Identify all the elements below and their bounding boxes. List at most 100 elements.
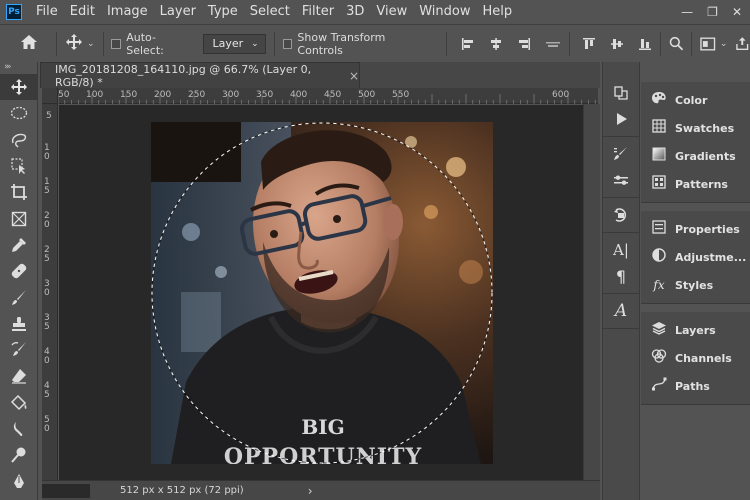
- window-controls: — ❐ ✕: [681, 0, 750, 24]
- move-tool-preset-icon[interactable]: [65, 33, 83, 55]
- zoom-level-field[interactable]: [42, 483, 90, 498]
- elliptical-selection[interactable]: [59, 105, 583, 480]
- panel-styles[interactable]: fx Styles: [641, 271, 750, 299]
- menu-image[interactable]: Image: [101, 0, 154, 24]
- align-center-icon[interactable]: [489, 37, 503, 51]
- menu-edit[interactable]: Edit: [64, 0, 101, 24]
- panel-patterns[interactable]: Patterns: [641, 170, 750, 198]
- layers-stack-icon: [651, 321, 667, 339]
- menu-select[interactable]: Select: [244, 0, 296, 24]
- vertical-ruler: 5 1 0 1 5 2 0 2 5 3 0 3 5 4 0 4 5 5 0: [42, 104, 58, 480]
- pen-tool-icon[interactable]: [0, 468, 38, 494]
- document-tab[interactable]: IMG_20181208_164110.jpg @ 66.7% (Layer 0…: [40, 62, 360, 89]
- separator: [102, 31, 104, 56]
- frame-tool-icon[interactable]: [0, 205, 38, 231]
- brush-settings-icon[interactable]: [603, 141, 639, 167]
- properties-icon: [651, 220, 667, 238]
- paint-bucket-icon[interactable]: [0, 390, 38, 416]
- object-selection-icon[interactable]: [0, 153, 38, 179]
- dodge-tool-icon[interactable]: [0, 442, 38, 468]
- move-tool-icon[interactable]: [0, 74, 38, 101]
- eyedropper-icon[interactable]: [0, 232, 38, 258]
- ruler-label: 5: [46, 111, 52, 121]
- vertical-scrollbar[interactable]: [583, 104, 600, 480]
- healing-brush-icon[interactable]: [0, 258, 38, 284]
- share-icon[interactable]: [735, 36, 750, 51]
- align-top-icon[interactable]: [582, 37, 596, 51]
- panels-dock: Color Swatches Gradients Patterns Proper…: [641, 62, 750, 500]
- ruler-label: 50: [58, 90, 70, 100]
- menu-window[interactable]: Window: [413, 0, 476, 24]
- panel-swatches[interactable]: Swatches: [641, 114, 750, 142]
- panel-layers[interactable]: Layers: [641, 316, 750, 344]
- canvas-area[interactable]: BIG OPPORTUNITY: [59, 105, 583, 480]
- paragraph-panel-icon[interactable]: ¶: [603, 263, 639, 289]
- dropdown-value: Layer: [212, 37, 244, 50]
- eraser-tool-icon[interactable]: [0, 363, 38, 389]
- align-left-icon[interactable]: [461, 37, 475, 51]
- strip-group-type: A| ¶: [603, 233, 639, 294]
- restore-icon[interactable]: ❐: [707, 5, 718, 19]
- panel-properties[interactable]: Properties: [641, 215, 750, 243]
- ruler-label: 350: [256, 90, 274, 100]
- panel-paths[interactable]: Paths: [641, 372, 750, 400]
- chevron-down-icon[interactable]: ⌄: [720, 39, 728, 49]
- lasso-tool-icon[interactable]: [0, 127, 38, 153]
- crop-tool-icon[interactable]: [0, 179, 38, 205]
- channels-icon: [651, 349, 667, 367]
- ruler-label: 550: [392, 90, 410, 100]
- panel-group-layers: Layers Channels Paths: [641, 312, 750, 405]
- menu-filter[interactable]: Filter: [296, 0, 340, 24]
- status-menu-arrow-icon[interactable]: ›: [308, 484, 313, 498]
- align-bottom-icon[interactable]: [638, 37, 652, 51]
- menu-bar: Ps File Edit Image Layer Type Select Fil…: [0, 0, 750, 24]
- menu-file[interactable]: File: [30, 0, 64, 24]
- ruler-label: 200: [154, 90, 172, 100]
- menu-view[interactable]: View: [370, 0, 413, 24]
- panel-label: Patterns: [675, 177, 728, 191]
- collapse-left-icon[interactable]: »: [6, 62, 12, 72]
- menu-3d[interactable]: 3D: [340, 0, 370, 24]
- close-tab-icon[interactable]: ×: [349, 69, 359, 83]
- clone-source-icon[interactable]: [603, 202, 639, 228]
- panel-channels[interactable]: Channels: [641, 344, 750, 372]
- ruler-label: 2 5: [44, 245, 50, 264]
- actions-play-icon[interactable]: [603, 106, 639, 132]
- character-panel-icon[interactable]: A|: [603, 237, 639, 263]
- glyphs-panel-icon[interactable]: A: [603, 298, 639, 324]
- panel-label: Layers: [675, 323, 716, 337]
- chevron-down-icon[interactable]: ⌄: [87, 39, 95, 49]
- elliptical-marquee-icon[interactable]: [0, 100, 38, 126]
- panel-label: Gradients: [675, 149, 736, 163]
- close-icon[interactable]: ✕: [732, 5, 742, 19]
- smudge-tool-icon[interactable]: [0, 416, 38, 442]
- align-middle-icon[interactable]: [610, 37, 624, 51]
- ruler-label: 1 5: [44, 177, 50, 196]
- panel-adjustments[interactable]: Adjustme...: [641, 243, 750, 271]
- workspace-icon[interactable]: [700, 37, 716, 51]
- ruler-label: 4 0: [44, 347, 50, 366]
- history-panel-icon[interactable]: [603, 80, 639, 106]
- auto-select-target-dropdown[interactable]: Layer ⌄: [203, 33, 266, 54]
- swatches-grid-icon: [651, 119, 667, 137]
- history-brush-icon[interactable]: [0, 337, 38, 363]
- panel-gradients[interactable]: Gradients: [641, 142, 750, 170]
- brush-tool-icon[interactable]: [0, 284, 38, 310]
- separator: [56, 31, 57, 56]
- menu-layer[interactable]: Layer: [154, 0, 202, 24]
- panel-label: Swatches: [675, 121, 735, 135]
- brushes-panel-icon[interactable]: [603, 167, 639, 193]
- menu-type[interactable]: Type: [202, 0, 244, 24]
- fx-icon: fx: [653, 278, 665, 292]
- horizontal-ruler: 50 100 150 200 250 300 350 400 450 500 5…: [58, 88, 598, 104]
- show-transform-checkbox[interactable]: [282, 38, 293, 49]
- search-icon[interactable]: [669, 36, 684, 51]
- clone-stamp-icon[interactable]: [0, 311, 38, 337]
- distribute-icon[interactable]: [545, 37, 561, 51]
- panel-color[interactable]: Color: [641, 86, 750, 114]
- home-icon[interactable]: [20, 34, 38, 54]
- auto-select-checkbox[interactable]: [111, 38, 122, 49]
- menu-help[interactable]: Help: [477, 0, 519, 24]
- align-right-icon[interactable]: [517, 37, 531, 51]
- minimize-icon[interactable]: —: [681, 5, 693, 19]
